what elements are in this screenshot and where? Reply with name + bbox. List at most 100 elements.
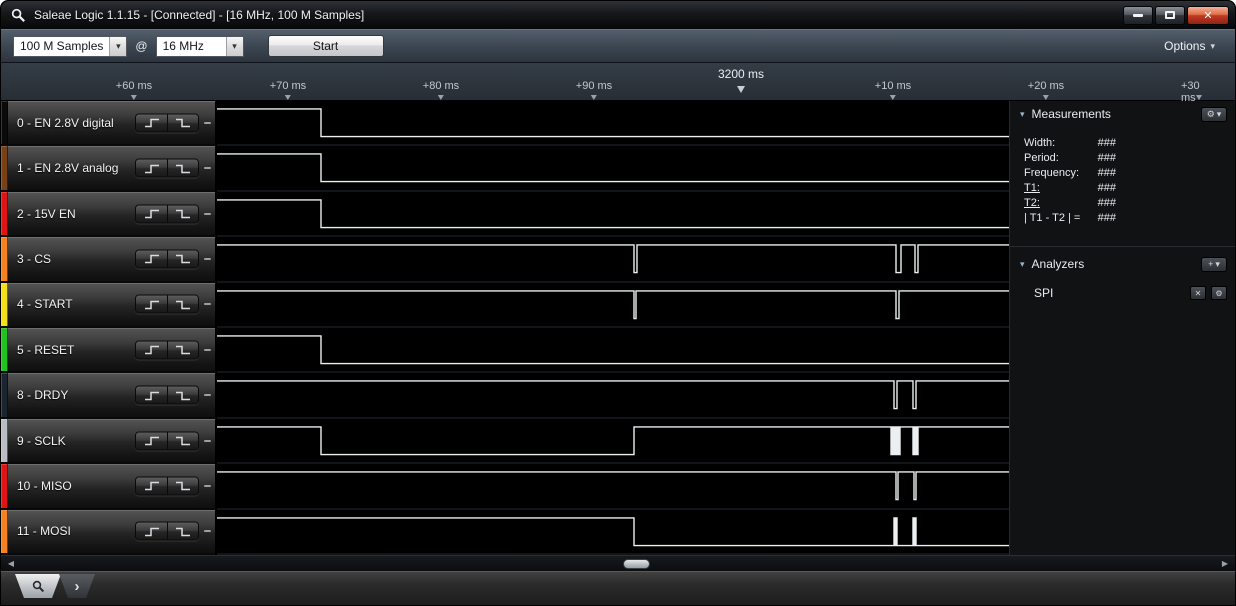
falling-edge-trigger-button[interactable] <box>167 250 198 268</box>
rising-edge-trigger-button[interactable] <box>136 477 167 495</box>
horizontal-scrollbar[interactable]: ◀ ▶ <box>1 555 1235 571</box>
channel-resize-handle[interactable] <box>204 121 211 124</box>
analyzer-settings-button[interactable]: ⚙ <box>1211 286 1227 300</box>
waveform-row[interactable] <box>217 191 1009 238</box>
measurements-rows: Width: ### Period: ### Frequency: ### T1… <box>1010 127 1235 232</box>
rising-edge-trigger-button[interactable] <box>136 295 167 313</box>
waveform-row[interactable] <box>217 328 1009 374</box>
close-button[interactable]: ✕ <box>1187 5 1229 25</box>
remove-analyzer-button[interactable]: ✕ <box>1190 286 1206 300</box>
falling-edge-trigger-button[interactable] <box>167 522 198 540</box>
scrollbar-thumb[interactable] <box>623 559 650 569</box>
maximize-button[interactable] <box>1155 5 1185 25</box>
samples-dropdown[interactable]: 100 M Samples ▾ <box>13 35 128 57</box>
trigger-button-group <box>135 204 199 224</box>
waveform-row[interactable] <box>217 464 1009 510</box>
options-button[interactable]: Options ▾ <box>1164 39 1223 53</box>
trigger-button-group <box>135 521 199 541</box>
waveform-row[interactable] <box>217 282 1009 329</box>
waveform-row[interactable] <box>217 373 1009 419</box>
channel-label: 10 - MISO <box>17 478 72 493</box>
channel-row[interactable]: 4 - START <box>1 282 215 329</box>
scroll-right-button[interactable]: ▶ <box>1217 556 1233 571</box>
ruler-tick: +80 ms <box>423 80 459 92</box>
measurement-label[interactable]: T1: <box>1024 181 1088 196</box>
channel-row[interactable]: 11 - MOSI <box>1 509 215 556</box>
timeline-ruler[interactable]: 3200 ms +60 ms +70 ms +80 ms +90 ms +10 … <box>1 63 1235 104</box>
waveform-row[interactable] <box>217 146 1009 192</box>
falling-edge-trigger-button[interactable] <box>167 114 198 132</box>
analyzer-list: SPI ✕ ⚙ <box>1010 277 1235 306</box>
chevron-down-icon: ▾ <box>1215 258 1220 269</box>
channel-resize-handle[interactable] <box>204 439 211 442</box>
channel-color-strip <box>1 191 8 236</box>
rising-edge-trigger-button[interactable] <box>136 205 167 223</box>
analyzers-header[interactable]: ▾ Analyzers + ▾ <box>1010 251 1235 277</box>
channel-row[interactable]: 10 - MISO <box>1 464 215 510</box>
rising-edge-trigger-button[interactable] <box>136 250 167 268</box>
collapse-triangle-icon[interactable]: ▾ <box>1020 109 1025 120</box>
measurement-label[interactable]: T2: <box>1024 196 1088 211</box>
waveform-row[interactable] <box>217 237 1009 283</box>
channel-row[interactable]: 9 - SCLK <box>1 418 215 465</box>
ruler-tick-label: +60 ms <box>115 80 153 92</box>
channel-resize-handle[interactable] <box>204 348 211 351</box>
sample-rate-dropdown[interactable]: 16 MHz ▾ <box>155 35 244 57</box>
channel-row[interactable]: 2 - 15V EN <box>1 191 215 238</box>
waveform-row[interactable] <box>217 418 1009 465</box>
waveform-row[interactable] <box>217 101 1009 147</box>
gear-icon: ⚙ <box>1206 108 1215 119</box>
tab-search[interactable] <box>15 574 61 598</box>
falling-edge-trigger-button[interactable] <box>167 477 198 495</box>
falling-edge-trigger-button[interactable] <box>167 341 198 359</box>
waveform-trace <box>217 199 1009 229</box>
rising-edge-trigger-button[interactable] <box>136 114 167 132</box>
channel-row[interactable]: 5 - RESET <box>1 328 215 374</box>
channel-resize-handle[interactable] <box>204 530 211 533</box>
channel-row[interactable]: 8 - DRDY <box>1 373 215 419</box>
analyzer-name: SPI <box>1034 286 1054 300</box>
scroll-left-icon: ◀ <box>7 559 15 568</box>
scroll-right-icon: ▶ <box>1221 559 1229 568</box>
channel-resize-handle[interactable] <box>204 167 211 170</box>
rising-edge-trigger-button[interactable] <box>136 159 167 177</box>
measurement-row: T1: ### <box>1024 181 1229 196</box>
app-magnifier-icon[interactable] <box>11 8 26 23</box>
collapse-triangle-icon[interactable]: ▾ <box>1020 259 1025 270</box>
start-button[interactable]: Start <box>267 35 384 57</box>
measurements-settings-button[interactable]: ⚙ ▾ <box>1201 106 1227 122</box>
measurements-header[interactable]: ▾ Measurements ⚙ ▾ <box>1010 101 1235 127</box>
wave-list[interactable] <box>217 101 1009 556</box>
falling-edge-trigger-button[interactable] <box>167 386 198 404</box>
add-analyzer-button[interactable]: + ▾ <box>1201 256 1227 272</box>
channel-row[interactable]: 3 - CS <box>1 237 215 283</box>
waveform-trace <box>217 426 1009 456</box>
rising-edge-trigger-button[interactable] <box>136 522 167 540</box>
channel-row[interactable]: 0 - EN 2.8V digital <box>1 101 215 147</box>
channel-resize-handle[interactable] <box>204 212 211 215</box>
channel-resize-handle[interactable] <box>204 257 211 260</box>
channel-label: 8 - DRDY <box>17 388 69 403</box>
channel-resize-handle[interactable] <box>204 394 211 397</box>
falling-edge-trigger-button[interactable] <box>167 295 198 313</box>
ruler-tick-label: +90 ms <box>575 80 613 92</box>
measurement-label: Width: <box>1024 137 1056 149</box>
channel-label: 2 - 15V EN <box>17 206 76 221</box>
rising-edge-trigger-button[interactable] <box>136 341 167 359</box>
rising-edge-trigger-button[interactable] <box>136 432 167 450</box>
channel-resize-handle[interactable] <box>204 484 211 487</box>
channel-row[interactable]: 1 - EN 2.8V analog <box>1 146 215 192</box>
channel-color-strip <box>1 101 8 145</box>
tab-next[interactable]: › <box>59 574 95 598</box>
scroll-left-button[interactable]: ◀ <box>3 556 19 571</box>
falling-edge-trigger-button[interactable] <box>167 432 198 450</box>
falling-edge-trigger-button[interactable] <box>167 159 198 177</box>
bottom-tab-bar: › <box>1 571 1235 605</box>
falling-edge-trigger-button[interactable] <box>167 205 198 223</box>
waveform-row[interactable] <box>217 509 1009 556</box>
rising-edge-trigger-button[interactable] <box>136 386 167 404</box>
channel-resize-handle[interactable] <box>204 303 211 306</box>
analyzer-item[interactable]: SPI ✕ ⚙ <box>1010 277 1235 306</box>
measurement-value: ### <box>1097 212 1116 224</box>
minimize-button[interactable] <box>1123 5 1153 25</box>
